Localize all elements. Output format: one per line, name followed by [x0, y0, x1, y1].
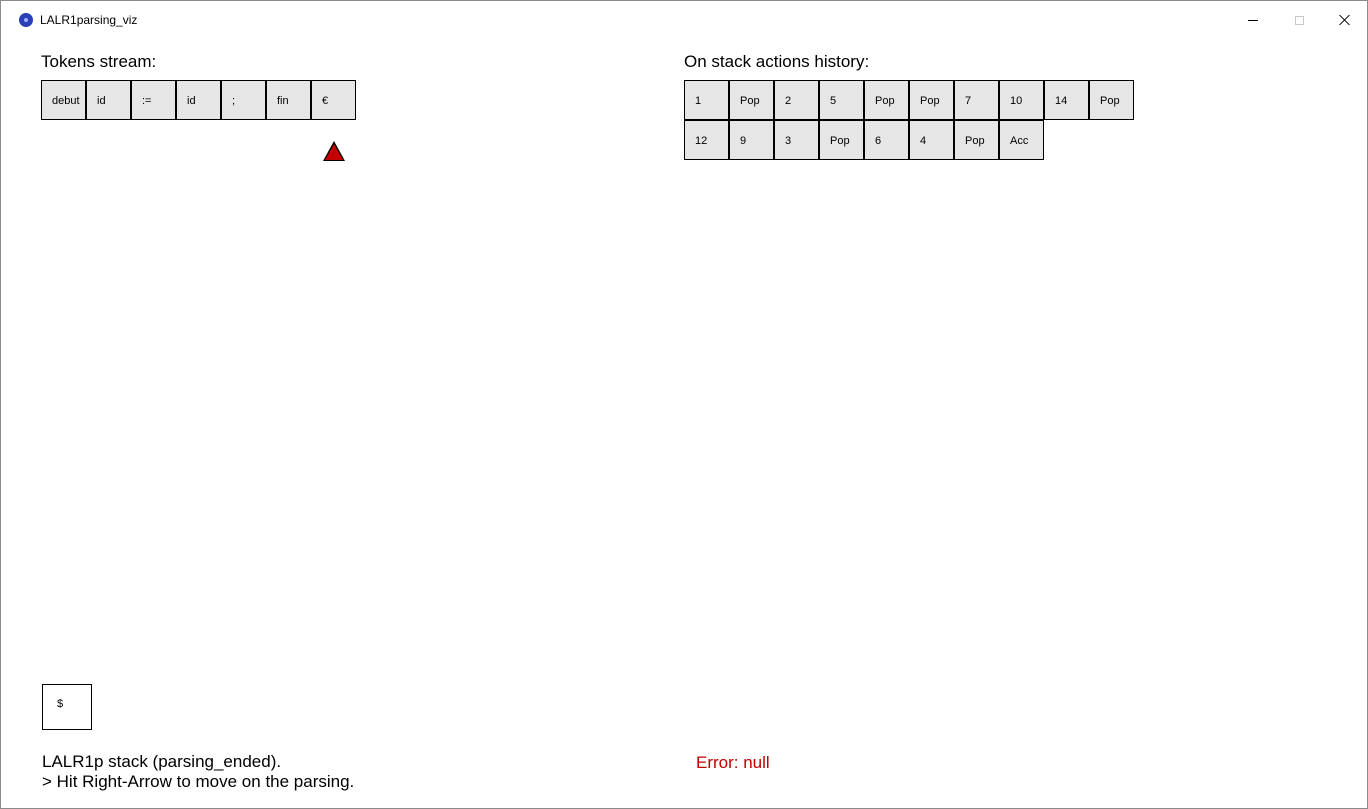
error-message: Error: null	[696, 753, 770, 772]
app-window: LALR1parsing_viz Tokens stream: debut id…	[0, 0, 1368, 809]
token-cell: id	[176, 80, 221, 120]
app-icon	[19, 13, 33, 27]
history-cell: 4	[909, 120, 954, 160]
history-cell: 1	[684, 80, 729, 120]
title-bar[interactable]: LALR1parsing_viz	[1, 1, 1367, 39]
history-cell: Pop	[954, 120, 999, 160]
maximize-button[interactable]	[1276, 1, 1322, 39]
history-cell: Pop	[729, 80, 774, 120]
history-cell: 6	[864, 120, 909, 160]
tokens-heading: Tokens stream:	[41, 52, 157, 71]
history-cell: 9	[729, 120, 774, 160]
stack-status: LALR1p stack (parsing_ended).	[42, 752, 282, 771]
token-cell: ;	[221, 80, 266, 120]
history-cell: 12	[684, 120, 729, 160]
history-cell: 10	[999, 80, 1044, 120]
history-cell: 3	[774, 120, 819, 160]
close-icon	[1339, 14, 1351, 26]
maximize-icon	[1294, 15, 1304, 25]
history-cell: Pop	[819, 120, 864, 160]
history-cell: Pop	[1089, 80, 1134, 120]
history-cell: Acc	[999, 120, 1044, 160]
history-cell: Pop	[909, 80, 954, 120]
history-cell: Pop	[864, 80, 909, 120]
history-cell: 5	[819, 80, 864, 120]
token-cell: debut	[41, 80, 86, 120]
token-cell: :=	[131, 80, 176, 120]
history-heading: On stack actions history:	[684, 52, 870, 71]
history-cell: 7	[954, 80, 999, 120]
hint-text: > Hit Right-Arrow to move on the parsing…	[42, 772, 355, 791]
history-cell: 2	[774, 80, 819, 120]
minimize-icon	[1248, 19, 1258, 21]
close-button[interactable]	[1322, 1, 1368, 39]
token-cell: fin	[266, 80, 311, 120]
history-cell: 14	[1044, 80, 1089, 120]
minimize-button[interactable]	[1230, 1, 1276, 39]
token-cell: id	[86, 80, 131, 120]
stack-cell: $	[42, 684, 92, 730]
current-token-pointer-icon	[323, 141, 345, 161]
token-cell: €	[311, 80, 356, 120]
window-title: LALR1parsing_viz	[40, 13, 138, 27]
